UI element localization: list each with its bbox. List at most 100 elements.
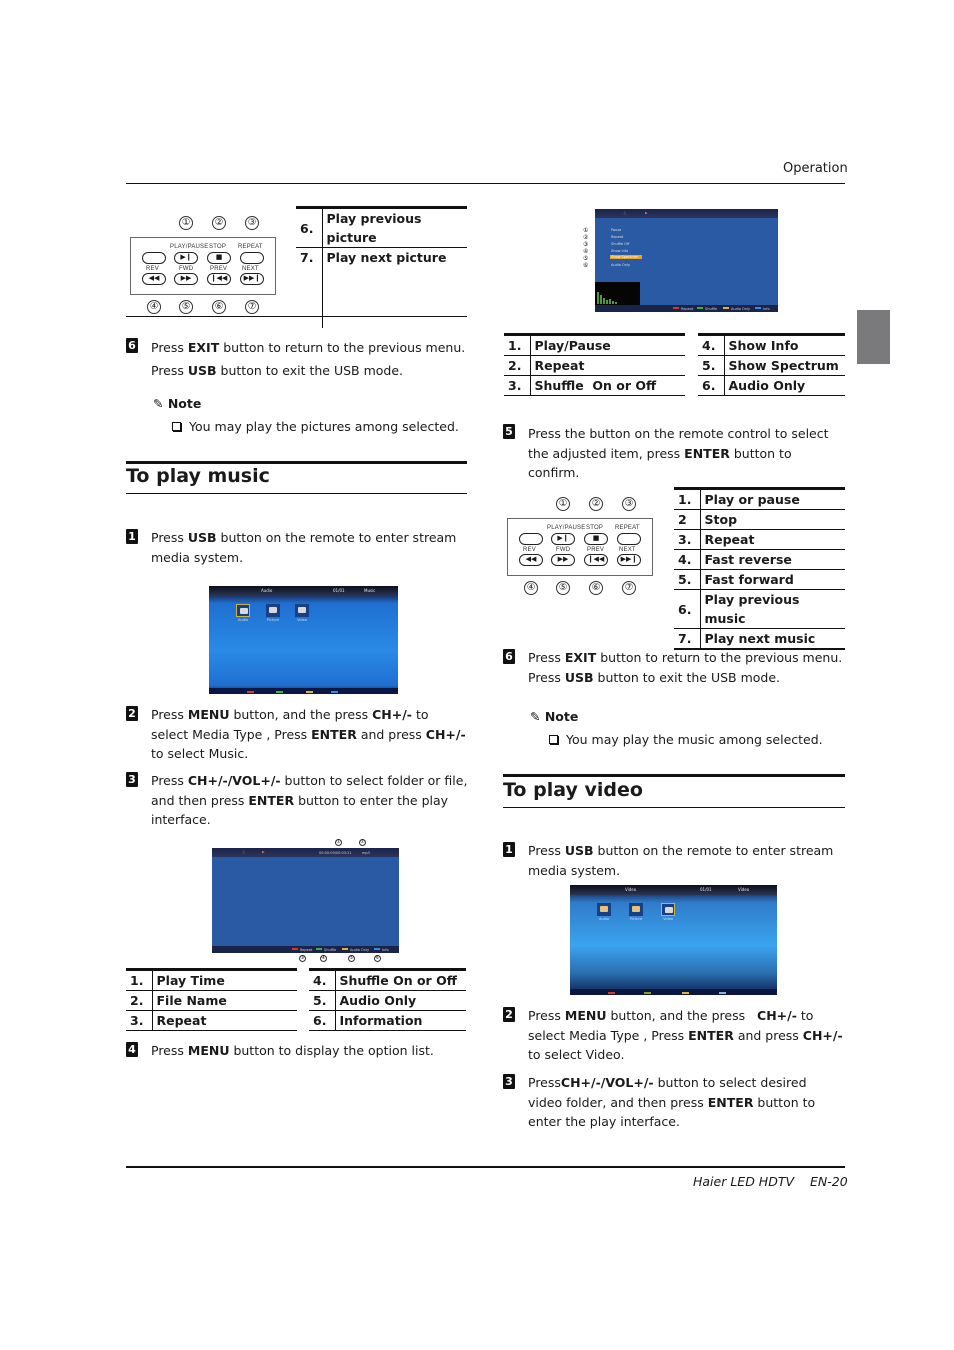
callout-marker-6: ⑥: [374, 955, 381, 962]
step-number-2: 2: [126, 706, 138, 721]
tv-top-bar: [212, 848, 399, 857]
marker-4: ④: [524, 581, 538, 595]
icon-label: Video: [297, 618, 307, 622]
label-repeat: REPEAT: [615, 525, 640, 531]
callout-marker: ④: [583, 248, 589, 255]
table-row: 6. Information: [309, 1010, 466, 1031]
header-section: Operation: [783, 161, 848, 176]
checkbox-bullet-icon: [549, 735, 558, 744]
section-rule-top: [503, 774, 845, 777]
blank-button: [519, 533, 543, 545]
red-key-icon: [673, 307, 679, 309]
marker-6: ⑥: [212, 300, 226, 314]
table-row: 5. Fast forward: [674, 569, 845, 590]
marker-3: ③: [245, 216, 259, 230]
option-menu-item: Shuffle Off: [611, 242, 630, 246]
picture-step-6-text: Press EXIT button to return to the previ…: [151, 340, 466, 378]
picture-folder-icon: [266, 604, 280, 617]
icon-label: Audio: [599, 917, 609, 921]
label-rev: REV: [146, 266, 159, 272]
yellow-key-icon: [342, 948, 348, 950]
checkbox-bullet-icon: [172, 422, 181, 431]
play-pause-button: ▶❙: [174, 252, 198, 264]
repeat-button: [617, 533, 641, 545]
red-key-icon: [247, 691, 254, 693]
music-step-1-text: Press USB button on the remote to enter …: [151, 530, 457, 565]
video-folder-icon: [295, 604, 309, 617]
pencil-icon: ✎: [153, 396, 164, 411]
label-next: NEXT: [619, 547, 636, 553]
next-button: ▶▶❙: [240, 273, 264, 285]
marker-1: ①: [556, 497, 570, 511]
key-label: Info: [763, 307, 770, 311]
music-step-6-text: Press EXIT button to return to the previ…: [528, 650, 843, 685]
table-row: 3. Shuffle On or Off: [504, 375, 685, 396]
tv-bottom-bar: [570, 989, 777, 995]
play-info-table-left: 1. Play Time 2. File Name 3. Repeat: [126, 968, 297, 1031]
key-label: Shuffle: [705, 307, 718, 311]
callout-marker: ⑤: [583, 255, 589, 262]
callout-marker-1: ①: [335, 839, 342, 846]
icon-label: Audio: [238, 618, 248, 622]
label-play-pause: PLAY/PAUSE: [170, 244, 209, 250]
music-control-table: 1. Play or pause 2 Stop 3. Repeat 4. Fast re…: [674, 487, 845, 650]
video-step-3-text: PressCH+/-/VOL+/- button to select desir…: [528, 1075, 816, 1129]
table-row: 4. Show Info: [698, 334, 845, 356]
music-note-icon: ♫: [623, 211, 627, 215]
prev-button: ❙◀◀: [584, 554, 608, 566]
table-row: 2 Stop: [674, 509, 845, 530]
tv-top-page: 01/01: [700, 887, 712, 892]
option-menu-item: Repeat: [611, 235, 624, 239]
option-menu-item: Audio Only: [611, 263, 631, 267]
play-icon: ▶: [262, 850, 265, 854]
marker-4: ④: [147, 300, 161, 314]
marker-5: ⑤: [179, 300, 193, 314]
yellow-key-icon: [682, 992, 689, 994]
header-rule: [126, 183, 845, 184]
table-row: 1. Play/Pause: [504, 334, 685, 356]
tv-top-page: 01/01: [333, 588, 345, 593]
marker-2: ②: [212, 216, 226, 230]
green-key-icon: [276, 691, 283, 693]
footer-product: Haier LED HDTV: [693, 1174, 795, 1189]
step-number-6: 6: [126, 338, 138, 353]
green-key-icon: [697, 307, 703, 309]
marker-6: ⑥: [589, 581, 603, 595]
blank-button: [142, 252, 166, 264]
yellow-key-icon: [306, 691, 313, 693]
music-step-3-text: Press CH+/-/VOL+/- button to select fold…: [151, 773, 468, 827]
table-row: 6. Audio Only: [698, 375, 845, 396]
callout-marker-4: ④: [320, 955, 327, 962]
tv-top-video: Video: [625, 887, 637, 892]
music-step-5-text: Press the button on the remote control t…: [528, 426, 829, 480]
video-folder-icon: [661, 903, 675, 916]
video-section-title: To play video: [503, 779, 643, 801]
callout-marker-3: ③: [299, 955, 306, 962]
label-stop: STOP: [209, 244, 227, 250]
label-next: NEXT: [242, 266, 259, 272]
blue-key-icon: [374, 948, 380, 950]
fwd-button: ▶▶: [174, 273, 198, 285]
step-number-4: 4: [126, 1042, 138, 1057]
option-menu-item-selected: Show Spectrum: [610, 255, 642, 259]
step-number-6: 6: [503, 649, 515, 664]
music-note-item: You may play the music among selected.: [549, 732, 823, 747]
remote-diagram-picture: ① ② ③ PLAY/PAUSE STOP REPEAT ▶❙ ■ REV FW…: [130, 216, 277, 316]
play-icon: ▶: [645, 211, 648, 215]
option-table-right: 4. Show Info 5. Show Spectrum 6. Audio Only: [698, 333, 845, 396]
red-key-icon: [292, 948, 298, 950]
table-row: 2. File Name: [126, 990, 297, 1011]
table-bottom-rule: [126, 316, 467, 317]
option-menu-item: Show Info: [611, 249, 629, 253]
callout-marker: ③: [583, 241, 589, 248]
stop-button: ■: [584, 533, 608, 545]
blue-key-icon: [331, 691, 338, 693]
green-key-icon: [316, 948, 322, 950]
stop-button: ■: [207, 252, 231, 264]
marker-1: ①: [179, 216, 193, 230]
music-note-icon: ♫: [242, 850, 246, 854]
callout-marker: ②: [583, 234, 589, 241]
music-step-2-text: Press MENU button, and the press CH+/- t…: [151, 707, 466, 761]
pencil-icon: ✎: [530, 709, 541, 724]
table-row: 6. Play previous picture: [296, 207, 467, 248]
